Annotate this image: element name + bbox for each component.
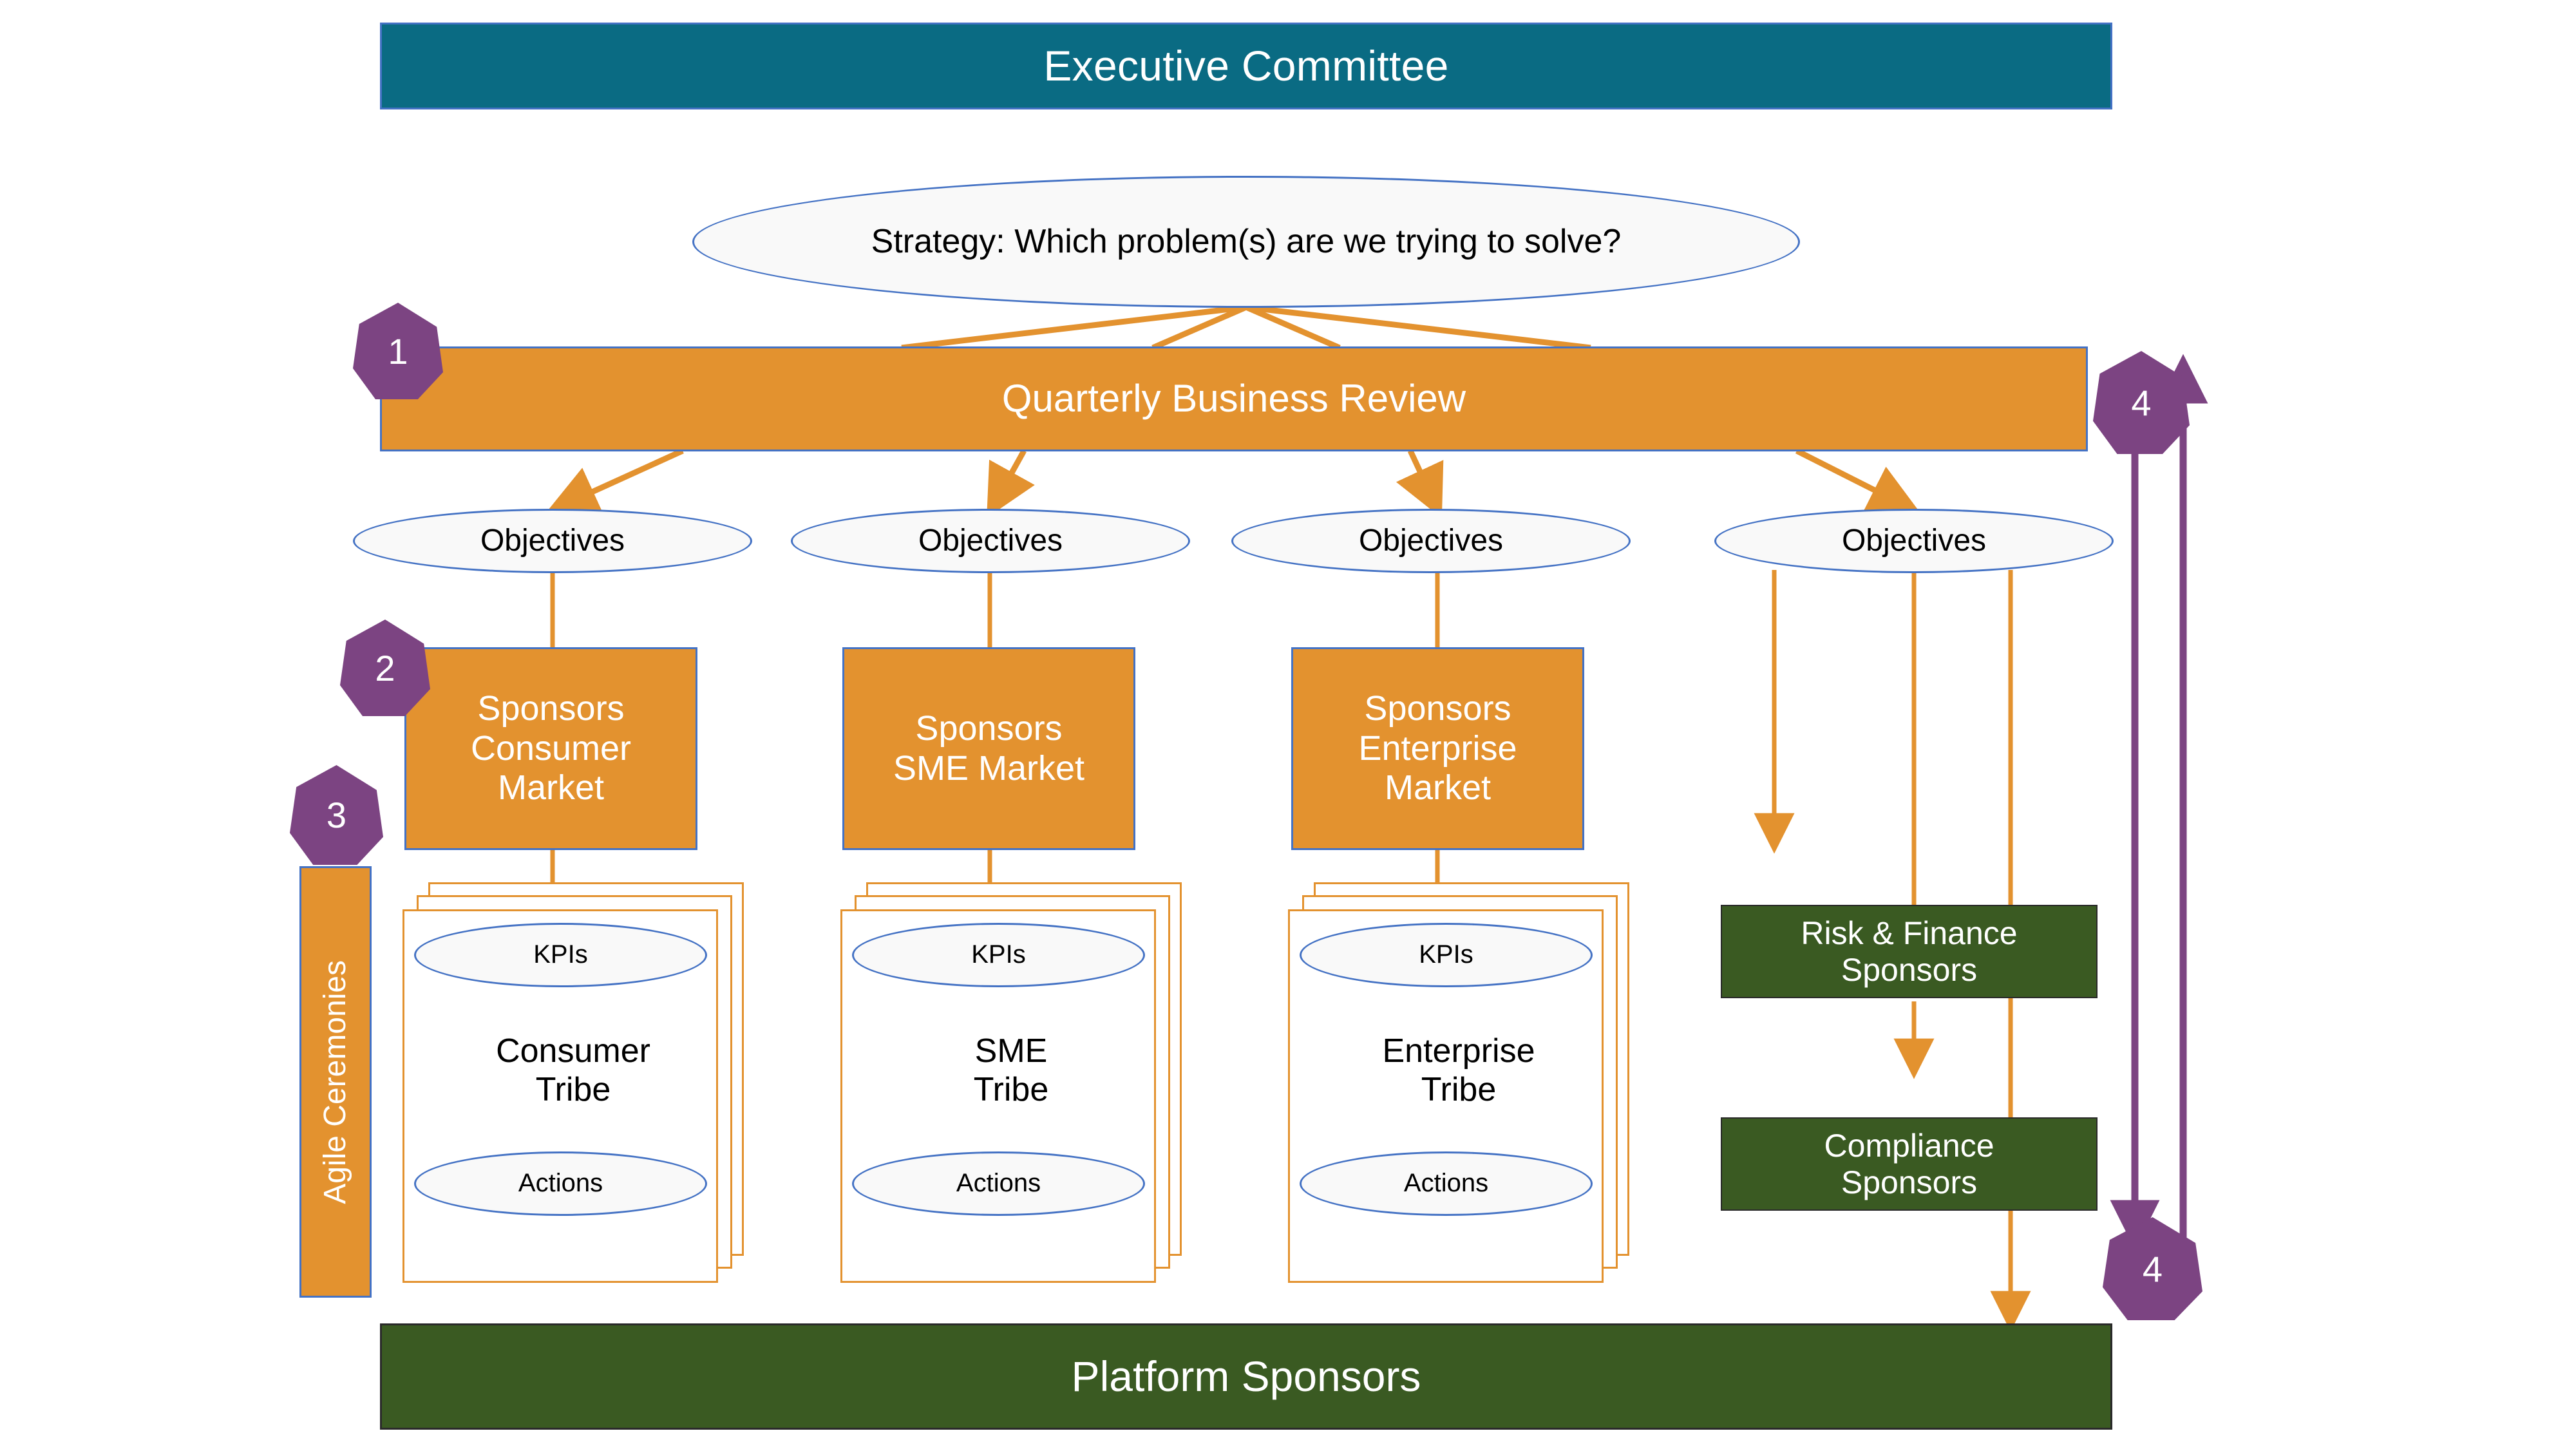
- sponsors-consumer-line2: Consumer: [470, 728, 632, 768]
- consumer-tribe-title-line2: Tribe: [535, 1071, 611, 1109]
- compliance-sponsors-block[interactable]: Compliance Sponsors: [1721, 1117, 2098, 1211]
- consumer-tribe-title: Consumer Tribe: [402, 1032, 744, 1110]
- diagram-canvas: Executive Committee Strategy: Which prob…: [0, 0, 2576, 1449]
- agile-ceremonies-label: Agile Ceremonies: [317, 960, 352, 1204]
- enterprise-tribe-title-line2: Tribe: [1421, 1071, 1497, 1109]
- enterprise-actions-ellipse[interactable]: Actions: [1300, 1151, 1593, 1216]
- sponsors-consumer-market-block[interactable]: Sponsors Consumer Market: [404, 647, 697, 850]
- sponsors-consumer-line3: Market: [497, 768, 605, 808]
- badge-2-sponsors[interactable]: 2: [340, 620, 430, 716]
- risk-and-finance-sponsors-block[interactable]: Risk & Finance Sponsors: [1721, 905, 2098, 998]
- objective-to-sponsor-lines: [550, 570, 1440, 649]
- objectives-ellipse-risk[interactable]: Objectives: [1714, 509, 2114, 573]
- risk-finance-line1: Risk & Finance: [1801, 914, 2018, 951]
- quarterly-business-review-bar[interactable]: Quarterly Business Review: [380, 346, 2088, 451]
- qbr-to-objectives-arrows: [545, 448, 1921, 518]
- sponsors-sme-line1: Sponsors: [915, 708, 1063, 748]
- agile-ceremonies-bar[interactable]: Agile Ceremonies: [299, 866, 372, 1298]
- sponsors-sme-line2: SME Market: [893, 748, 1085, 788]
- sponsors-enterprise-line3: Market: [1384, 768, 1492, 808]
- risk-finance-line2: Sponsors: [1841, 951, 1978, 988]
- platform-sponsors-banner[interactable]: Platform Sponsors: [380, 1323, 2112, 1430]
- objectives-ellipse-consumer[interactable]: Objectives: [353, 509, 752, 573]
- consumer-tribe-stack[interactable]: KPIs Consumer Tribe Actions: [402, 882, 744, 1283]
- executive-committee-banner[interactable]: Executive Committee: [380, 23, 2112, 109]
- sponsors-enterprise-line2: Enterprise: [1358, 728, 1517, 768]
- sme-tribe-title-line1: SME: [974, 1032, 1048, 1070]
- purple-feedback-loop: [2110, 354, 2208, 1250]
- sme-tribe-stack[interactable]: KPIs SME Tribe Actions: [840, 882, 1182, 1283]
- strategy-to-qbr-lines: [901, 304, 1591, 351]
- compliance-line1: Compliance: [1824, 1127, 1994, 1164]
- sponsors-consumer-line1: Sponsors: [477, 689, 625, 728]
- objectives-ellipse-sme[interactable]: Objectives: [791, 509, 1190, 573]
- enterprise-kpis-ellipse[interactable]: KPIs: [1300, 923, 1593, 987]
- enterprise-tribe-title: Enterprise Tribe: [1288, 1032, 1629, 1110]
- sme-tribe-title: SME Tribe: [840, 1032, 1182, 1110]
- consumer-actions-ellipse[interactable]: Actions: [414, 1151, 707, 1216]
- badge-1-qbr[interactable]: 1: [353, 303, 443, 399]
- objectives-ellipse-enterprise[interactable]: Objectives: [1231, 509, 1631, 573]
- sponsors-sme-market-block[interactable]: Sponsors SME Market: [842, 647, 1135, 850]
- sme-actions-ellipse[interactable]: Actions: [852, 1151, 1145, 1216]
- badge-4-bottom[interactable]: 4: [2103, 1217, 2202, 1320]
- sponsors-enterprise-line1: Sponsors: [1364, 689, 1511, 728]
- enterprise-tribe-stack[interactable]: KPIs Enterprise Tribe Actions: [1288, 882, 1629, 1283]
- sponsors-enterprise-market-block[interactable]: Sponsors Enterprise Market: [1291, 647, 1584, 850]
- consumer-kpis-ellipse[interactable]: KPIs: [414, 923, 707, 987]
- sme-tribe-title-line2: Tribe: [973, 1071, 1049, 1109]
- badge-4-top[interactable]: 4: [2093, 351, 2190, 454]
- sme-kpis-ellipse[interactable]: KPIs: [852, 923, 1145, 987]
- consumer-tribe-title-line1: Consumer: [496, 1032, 650, 1070]
- compliance-line2: Sponsors: [1841, 1164, 1978, 1200]
- badge-3-agile-ceremonies[interactable]: 3: [290, 765, 383, 865]
- strategy-ellipse[interactable]: Strategy: Which problem(s) are we trying…: [692, 176, 1800, 308]
- enterprise-tribe-title-line1: Enterprise: [1382, 1032, 1535, 1070]
